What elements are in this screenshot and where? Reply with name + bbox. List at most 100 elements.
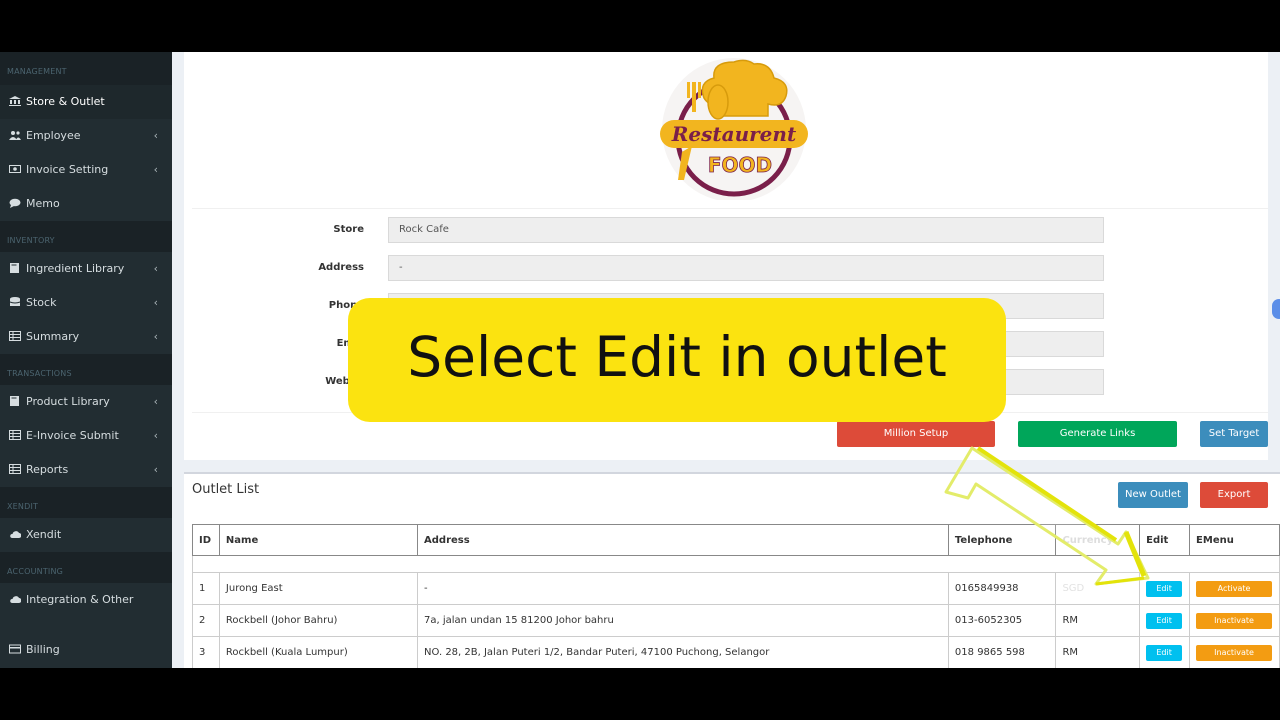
sidebar-item-employee[interactable]: Employee ‹ — [0, 119, 172, 153]
address-field[interactable]: - — [388, 255, 1104, 281]
chevron-left-icon: ‹ — [153, 463, 158, 476]
sidebar-item-label: Billing — [26, 643, 60, 656]
cloud-icon — [10, 531, 21, 538]
comment-icon — [9, 198, 21, 208]
chevron-left-icon: ‹ — [153, 262, 158, 275]
new-outlet-button[interactable]: New Outlet — [1118, 482, 1188, 508]
chevron-left-icon: ‹ — [153, 163, 158, 176]
cell-id: 3 — [192, 636, 220, 668]
column-header-currency: Currency — [1055, 524, 1141, 556]
generate-links-button[interactable]: Generate Links — [1018, 421, 1177, 447]
sidebar-header-inventory: INVENTORY — [0, 221, 172, 252]
activate-button[interactable]: Activate — [1196, 580, 1273, 597]
cell-currency: RM — [1055, 636, 1141, 668]
table-row: 3 Rockbell (Kuala Lumpur) NO. 28, 2B, Ja… — [192, 636, 1280, 668]
inactivate-button[interactable]: Inactivate — [1196, 612, 1273, 629]
sidebar-item-label: Integration & Other — [26, 593, 134, 606]
chevron-left-icon: ‹ — [153, 129, 158, 142]
sidebar-item-integration-other[interactable]: Integration & Other — [0, 583, 172, 617]
outlet-list-box: Outlet List New Outlet Export ID Name Ad… — [184, 472, 1280, 668]
column-header-edit: Edit — [1139, 524, 1191, 556]
edit-button[interactable]: Edit — [1146, 580, 1183, 597]
cell-currency: SGD — [1055, 572, 1141, 605]
logo-line1: Restaurent — [671, 122, 797, 146]
column-header-emenu: EMenu — [1189, 524, 1280, 556]
table-icon — [9, 464, 21, 474]
sidebar-item-label: Product Library — [26, 395, 110, 408]
cell-id: 1 — [192, 572, 220, 605]
sidebar-header-accounting: ACCOUNTING — [0, 552, 172, 583]
sidebar-item-label: Reports — [26, 463, 69, 476]
users-icon — [9, 131, 21, 140]
chevron-left-icon: ‹ — [153, 296, 158, 309]
column-header-id: ID — [192, 524, 220, 556]
table-row: 2 Rockbell (Johor Bahru) 7a, jalan undan… — [192, 604, 1280, 637]
email-label: Emai — [244, 338, 364, 349]
sidebar-item-product-library[interactable]: Product Library ‹ — [0, 385, 172, 419]
divider — [192, 208, 1268, 209]
chevron-left-icon: ‹ — [153, 429, 158, 442]
sidebar-item-e-invoice-submit[interactable]: E-Invoice Submit ‹ — [0, 419, 172, 453]
sidebar-item-label: Employee — [26, 129, 81, 142]
cell-emenu: Inactivate — [1189, 636, 1280, 668]
cell-edit: Edit — [1139, 636, 1191, 668]
cell-telephone: 0165849938 — [947, 572, 1057, 605]
cell-currency: RM — [1055, 604, 1141, 637]
table-spacer — [192, 555, 1280, 573]
sidebar-item-memo[interactable]: Memo — [0, 187, 172, 221]
caption-banner: Select Edit in outlet — [348, 298, 1006, 422]
cell-edit: Edit — [1139, 572, 1191, 605]
credit-card-icon — [9, 644, 21, 654]
chevron-left-icon: ‹ — [153, 395, 158, 408]
edit-button[interactable]: Edit — [1146, 644, 1183, 661]
set-target-button[interactable]: Set Target — [1200, 421, 1268, 447]
column-header-address: Address — [417, 524, 949, 556]
sidebar-item-label: Stock — [26, 296, 57, 309]
website-label: Websit — [325, 376, 364, 387]
store-label: Store — [333, 224, 364, 235]
logo-line2: FOOD — [708, 153, 772, 177]
sidebar-item-label: Memo — [26, 197, 60, 210]
address-row: Address - — [184, 255, 1268, 281]
sidebar-item-ingredient-library[interactable]: Ingredient Library ‹ — [0, 252, 172, 286]
sidebar-item-billing[interactable]: Billing — [0, 633, 172, 667]
edit-button[interactable]: Edit — [1146, 612, 1183, 629]
bank-icon — [9, 96, 21, 106]
outlet-list-title: Outlet List — [192, 482, 260, 497]
cell-emenu: Inactivate — [1189, 604, 1280, 637]
sidebar-item-label: Ingredient Library — [26, 262, 125, 275]
store-field[interactable]: Rock Cafe — [388, 217, 1104, 243]
outlet-table: ID Name Address Telephone Currency Edit … — [192, 524, 1280, 668]
table-icon — [9, 331, 21, 341]
book-icon — [10, 263, 19, 273]
sidebar-item-stock[interactable]: Stock ‹ — [0, 286, 172, 320]
cell-name: Jurong East — [218, 572, 419, 605]
cell-address: 7a, jalan undan 15 81200 Johor bahru — [417, 604, 949, 637]
sidebar-item-label: Summary — [26, 330, 80, 343]
database-icon — [9, 297, 21, 306]
cell-name: Rockbell (Johor Bahru) — [218, 604, 419, 637]
sidebar-item-summary[interactable]: Summary ‹ — [0, 320, 172, 354]
table-row: 1 Jurong East - 0165849938 SGD Edit Acti… — [192, 572, 1280, 605]
chevron-left-icon: ‹ — [153, 330, 158, 343]
scroll-handle[interactable] — [1272, 299, 1280, 319]
sidebar-header-transactions: TRANSACTIONS — [0, 354, 172, 385]
sidebar-item-reports[interactable]: Reports ‹ — [0, 453, 172, 487]
money-icon — [9, 165, 21, 173]
cell-address: - — [417, 572, 949, 605]
sidebar-item-invoice-setting[interactable]: Invoice Setting ‹ — [0, 153, 172, 187]
sidebar-item-label: Store & Outlet — [26, 95, 105, 108]
sidebar-item-xendit[interactable]: Xendit — [0, 518, 172, 552]
column-header-telephone: Telephone — [947, 524, 1057, 556]
sidebar-header-management: MANAGEMENT — [0, 52, 172, 85]
cell-address: NO. 28, 2B, Jalan Puteri 1/2, Bandar Put… — [417, 636, 949, 668]
inactivate-button[interactable]: Inactivate — [1196, 644, 1273, 661]
sidebar-item-label: E-Invoice Submit — [26, 429, 119, 442]
export-button[interactable]: Export — [1200, 482, 1268, 508]
sidebar-item-store-outlet[interactable]: Store & Outlet — [0, 85, 172, 119]
cell-emenu: Activate — [1189, 572, 1280, 605]
sidebar: MANAGEMENT Store & Outlet Employee ‹ Inv… — [0, 52, 172, 668]
million-setup-button[interactable]: Million Setup — [837, 421, 995, 447]
cloud-icon — [10, 596, 21, 603]
cell-name: Rockbell (Kuala Lumpur) — [218, 636, 419, 668]
